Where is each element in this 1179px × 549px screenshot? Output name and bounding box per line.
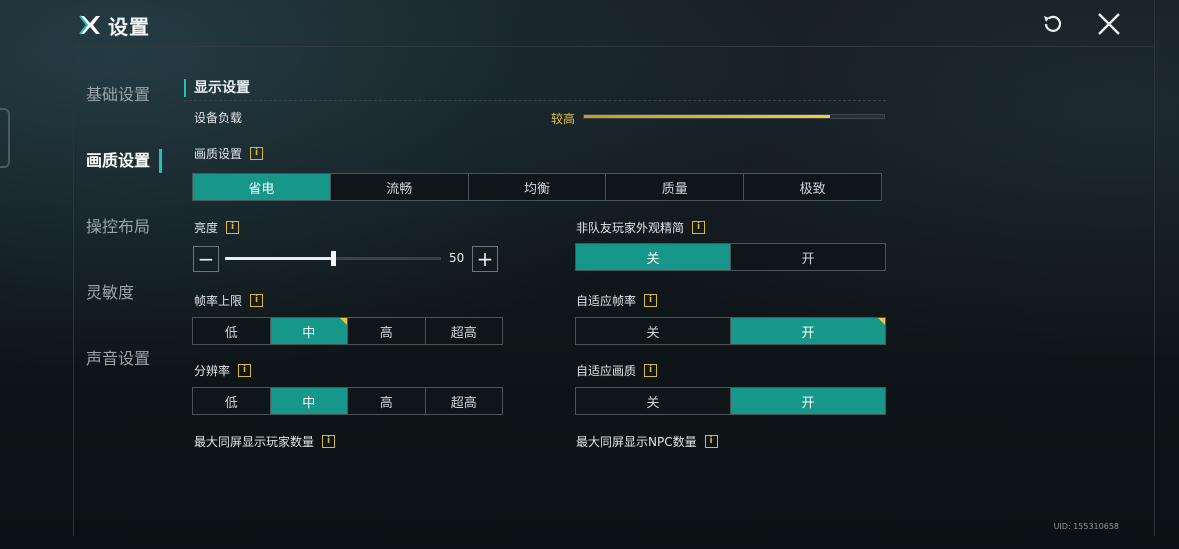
info-icon[interactable]: i (704, 435, 718, 448)
adaptive-framerate-label: 自适应帧率 i (576, 292, 658, 309)
x-logo-icon (78, 13, 102, 37)
info-icon[interactable]: i (226, 221, 240, 234)
sidebar-item-label: 灵敏度 (86, 283, 135, 302)
close-button[interactable] (1095, 10, 1123, 38)
device-load-value: 较高 (551, 112, 576, 126)
frame-limit-high[interactable]: 高 (348, 318, 426, 344)
non-teammate-simplified-off[interactable]: 关 (576, 244, 731, 270)
info-icon[interactable]: i (322, 435, 336, 448)
adaptive-quality-toggle: 关 开 (575, 387, 886, 415)
quality-text: 画质设置 (194, 147, 243, 161)
resolution-text: 分辨率 (194, 364, 231, 378)
device-load-label: 设备负载 (194, 109, 242, 126)
resolution-selector: 低 中 高 超高 (192, 387, 503, 415)
sidebar-item-label: 操控布局 (86, 217, 151, 236)
sidebar-item-graphics[interactable]: 画质设置 (80, 141, 162, 207)
brightness-slider-thumb[interactable] (331, 251, 336, 266)
info-icon[interactable]: i (250, 294, 264, 307)
max-players-label: 最大同屏显示玩家数量 i (194, 433, 336, 450)
reset-button[interactable] (1038, 10, 1066, 38)
sidebar-item-sound[interactable]: 声音设置 (80, 339, 160, 405)
sidebar-item-label: 声音设置 (86, 349, 151, 368)
close-icon (1095, 10, 1123, 38)
quality-option-smooth[interactable]: 流畅 (331, 174, 469, 200)
section-title: 显示设置 (184, 79, 250, 97)
side-tab-edge (0, 108, 10, 168)
resolution-ultra[interactable]: 超高 (426, 388, 503, 414)
non-teammate-simplified-label: 非队友玩家外观精简 i (576, 219, 706, 236)
reset-icon (1038, 10, 1066, 38)
non-teammate-simplified-toggle: 关 开 (575, 243, 886, 271)
quality-option-quality[interactable]: 质量 (606, 174, 745, 200)
brightness-label: 亮度 i (194, 219, 240, 236)
resolution-high[interactable]: 高 (348, 388, 426, 414)
adaptive-quality-label: 自适应画质 i (576, 362, 658, 379)
frame-limit-selector: 低 中 高 超高 (192, 317, 503, 345)
quality-label: 画质设置 i (194, 145, 264, 162)
info-icon[interactable]: i (692, 221, 706, 234)
sidebar: 基础设置 画质设置 操控布局 灵敏度 声音设置 (80, 75, 162, 405)
sidebar-item-label: 基础设置 (86, 85, 151, 104)
non-teammate-simplified-text: 非队友玩家外观精简 (576, 221, 685, 235)
non-teammate-simplified-on[interactable]: 开 (731, 244, 885, 270)
uid-label: UID: 155310658 (1053, 522, 1119, 531)
brightness-value: 50 (449, 251, 465, 265)
quality-selector: 省电 流畅 均衡 质量 极致 (192, 173, 882, 201)
resolution-low[interactable]: 低 (193, 388, 271, 414)
header-divider (73, 46, 1153, 47)
frame-limit-ultra[interactable]: 超高 (426, 318, 503, 344)
sidebar-item-sensitivity[interactable]: 灵敏度 (80, 273, 160, 339)
adaptive-framerate-on[interactable]: 开 (731, 318, 885, 344)
quality-option-powersave[interactable]: 省电 (193, 174, 331, 200)
page-title: 设置 (108, 14, 150, 39)
sidebar-item-basic[interactable]: 基础设置 (80, 75, 160, 141)
adaptive-framerate-toggle: 关 开 (575, 317, 886, 345)
adaptive-quality-on[interactable]: 开 (731, 388, 885, 414)
resolution-medium[interactable]: 中 (270, 388, 348, 414)
adaptive-quality-off[interactable]: 关 (576, 388, 731, 414)
device-load-text: 设备负载 (194, 111, 243, 125)
device-load-fill (584, 115, 830, 118)
max-npc-text: 最大同屏显示NPC数量 (576, 435, 697, 449)
device-load-bar (583, 114, 885, 119)
brightness-slider[interactable] (225, 251, 441, 266)
adaptive-quality-text: 自适应画质 (576, 364, 637, 378)
info-icon[interactable]: i (644, 364, 658, 377)
quality-option-extreme[interactable]: 极致 (744, 174, 881, 200)
frame-limit-low[interactable]: 低 (193, 318, 271, 344)
info-icon[interactable]: i (250, 147, 264, 160)
max-npc-label: 最大同屏显示NPC数量 i (576, 433, 718, 450)
sidebar-item-controls[interactable]: 操控布局 (80, 207, 160, 273)
brightness-minus-button[interactable]: − (193, 246, 219, 272)
info-icon[interactable]: i (644, 294, 658, 307)
resolution-label: 分辨率 i (194, 362, 252, 379)
frame-limit-text: 帧率上限 (194, 294, 243, 308)
adaptive-framerate-off[interactable]: 关 (576, 318, 731, 344)
brightness-slider-fill (225, 257, 333, 260)
quality-option-balanced[interactable]: 均衡 (469, 174, 607, 200)
adaptive-framerate-text: 自适应帧率 (576, 294, 637, 308)
info-icon[interactable]: i (238, 364, 252, 377)
max-players-text: 最大同屏显示玩家数量 (194, 435, 315, 449)
frame-limit-medium[interactable]: 中 (270, 318, 348, 344)
brightness-plus-button[interactable]: + (472, 246, 498, 272)
section-divider (184, 100, 886, 101)
brightness-text: 亮度 (194, 221, 219, 235)
sidebar-item-label: 画质设置 (86, 151, 151, 170)
frame-limit-label: 帧率上限 i (194, 292, 264, 309)
app-title: 设置 (78, 10, 150, 40)
